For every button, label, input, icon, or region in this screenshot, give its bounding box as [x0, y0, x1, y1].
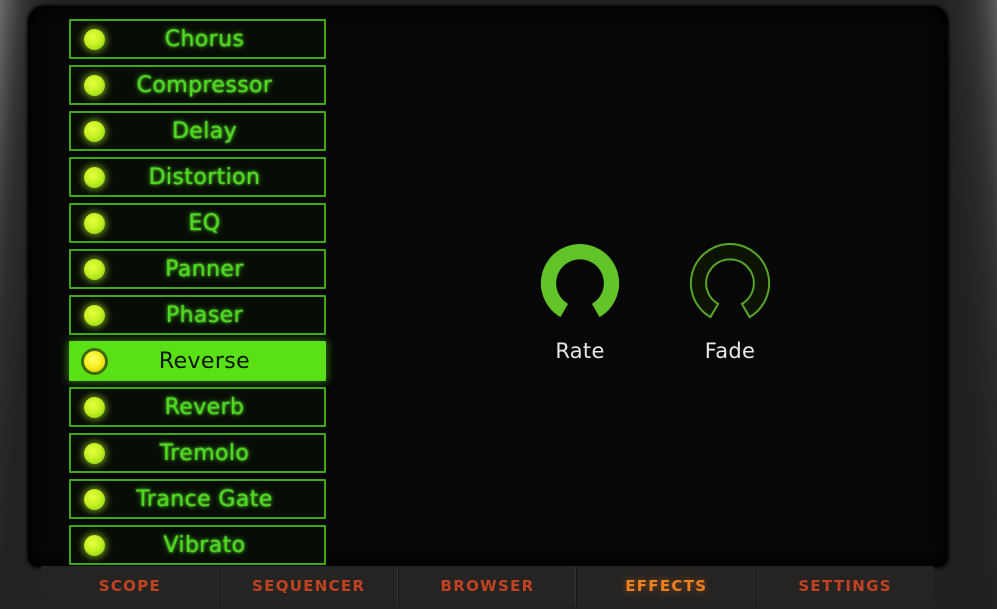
effect-list-item[interactable]: Compressor — [69, 65, 326, 105]
device-chassis: Chorus Compressor Delay Distortion EQ Panner P… — [0, 0, 997, 609]
device-screen: Chorus Compressor Delay Distortion EQ Panner P… — [28, 6, 948, 567]
effects-list: Chorus Compressor Delay Distortion EQ Panner P… — [69, 19, 326, 565]
led-indicator-icon — [84, 74, 105, 96]
tab-effects[interactable]: EFFECTS — [577, 566, 757, 606]
effect-list-item-label: Phaser — [165, 302, 244, 328]
effect-list-item[interactable]: Reverb — [69, 387, 326, 427]
tab-bar: SCOPE SEQUENCER BROWSER EFFECTS SETTINGS — [41, 566, 934, 606]
effect-list-item-label: Distortion — [148, 164, 261, 190]
effect-list-item-label: Chorus — [164, 26, 245, 52]
led-indicator-icon — [84, 166, 105, 188]
effect-list-item-label: Vibrato — [163, 532, 246, 558]
knob-fade[interactable]: Fade — [676, 240, 784, 363]
knob-rate[interactable]: Rate — [526, 240, 634, 363]
effect-list-item[interactable]: Phaser — [69, 295, 326, 335]
led-indicator-icon — [84, 304, 105, 326]
tab-label: SCOPE — [98, 577, 162, 595]
effect-list-item-label: Reverse — [158, 348, 251, 374]
knob-panel: Rate Fade — [526, 240, 786, 363]
led-indicator-icon — [84, 442, 105, 464]
led-indicator-icon — [84, 488, 105, 510]
effect-list-item[interactable]: Trance Gate — [69, 479, 326, 519]
effect-list-item[interactable]: Chorus — [69, 19, 326, 59]
effect-list-item-label: Reverb — [164, 394, 245, 420]
effect-list-item-label: Tremolo — [159, 440, 250, 466]
tab-browser[interactable]: BROWSER — [398, 566, 578, 606]
led-indicator-icon — [84, 258, 105, 280]
led-indicator-icon — [84, 534, 105, 556]
knob-arc — [540, 244, 620, 318]
led-indicator-icon — [84, 350, 105, 372]
effect-list-item-label: Panner — [165, 256, 244, 282]
effect-list-item-label: Trance Gate — [136, 486, 273, 512]
led-indicator-icon — [84, 28, 105, 50]
led-indicator-icon — [84, 120, 105, 142]
effect-list-item-label: EQ — [188, 210, 221, 236]
tab-label: EFFECTS — [625, 577, 708, 595]
tab-settings[interactable]: SETTINGS — [756, 566, 934, 606]
knob-dial-icon[interactable] — [685, 240, 775, 330]
knob-arc — [689, 243, 771, 319]
led-indicator-icon — [84, 396, 105, 418]
effect-list-item[interactable]: Reverse — [69, 341, 326, 381]
knob-dial-icon[interactable] — [535, 240, 625, 330]
effect-list-item[interactable]: Panner — [69, 249, 326, 289]
knob-label: Fade — [704, 339, 756, 363]
tab-label: SEQUENCER — [252, 577, 366, 595]
tab-label: BROWSER — [440, 577, 535, 595]
effect-list-item[interactable]: Tremolo — [69, 433, 326, 473]
tab-label: SETTINGS — [798, 577, 892, 595]
effect-list-item-label: Compressor — [136, 72, 273, 98]
tab-sequencer[interactable]: SEQUENCER — [219, 566, 399, 606]
effect-list-item-label: Delay — [171, 118, 238, 144]
effect-list-item[interactable]: Delay — [69, 111, 326, 151]
effect-list-item[interactable]: EQ — [69, 203, 326, 243]
knob-label: Rate — [555, 339, 605, 363]
led-indicator-icon — [84, 212, 105, 234]
tab-scope[interactable]: SCOPE — [41, 566, 220, 606]
effect-list-item[interactable]: Vibrato — [69, 525, 326, 565]
effect-list-item[interactable]: Distortion — [69, 157, 326, 197]
